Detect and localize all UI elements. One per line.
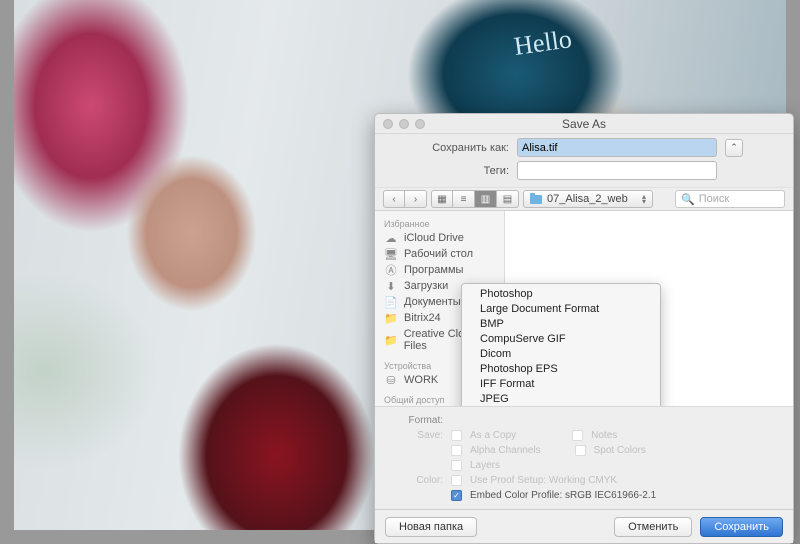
layers-label: Layers xyxy=(470,460,500,471)
format-option[interactable]: IFF Format xyxy=(462,377,660,392)
sidebar-item-label: Документы xyxy=(404,296,461,308)
apps-icon: Ⓐ xyxy=(384,265,398,276)
proof-checkbox[interactable] xyxy=(451,475,462,486)
list-view-button[interactable]: ≡ xyxy=(453,190,475,208)
view-seg: ▦ ≡ ▥ ▤ xyxy=(431,190,519,208)
tags-label: Теги: xyxy=(389,165,509,177)
filename-input[interactable] xyxy=(517,138,717,157)
sidebar-item[interactable]: 🖥 Рабочий стол xyxy=(375,246,504,262)
search-placeholder: Поиск xyxy=(699,193,729,205)
proof-label: Use Proof Setup: Working CMYK xyxy=(470,475,617,486)
coverflow-view-button[interactable]: ▤ xyxy=(497,190,519,208)
format-option[interactable]: BMP xyxy=(462,317,660,332)
embed-profile-checkbox[interactable]: ✓ xyxy=(451,490,462,501)
alpha-checkbox[interactable] xyxy=(451,445,462,456)
spot-label: Spot Colors xyxy=(594,445,646,456)
list-icon: ≡ xyxy=(461,194,467,205)
cancel-button[interactable]: Отменить xyxy=(614,517,692,537)
format-label: Format: xyxy=(385,415,443,426)
format-option[interactable]: CompuServe GIF xyxy=(462,332,660,347)
sidebar-item-label: Загрузки xyxy=(404,280,448,292)
downloads-icon: ⬇︎ xyxy=(384,281,398,292)
drive-icon: ⛁ xyxy=(384,375,398,386)
grid-icon: ▦ xyxy=(437,194,446,205)
folder-icon: 📁 xyxy=(384,313,398,324)
tags-row: Теги: xyxy=(375,161,793,184)
nav-seg: ‹ › xyxy=(383,190,427,208)
folder-icon xyxy=(530,195,542,204)
sidebar-item-label: Bitrix24 xyxy=(404,312,441,324)
save-as-label: Сохранить как: xyxy=(389,142,509,154)
sidebar-item-label: WORK xyxy=(404,374,438,386)
layers-checkbox[interactable] xyxy=(451,460,462,471)
chevron-up-icon: ⌃ xyxy=(730,142,738,153)
desktop-icon: 🖥 xyxy=(384,249,398,260)
format-dropdown-menu[interactable]: PhotoshopLarge Document FormatBMPCompuSe… xyxy=(461,283,661,406)
updown-icon: ▴▾ xyxy=(642,194,646,204)
hat-text: Hello xyxy=(512,24,573,62)
format-option[interactable]: Photoshop EPS xyxy=(462,362,660,377)
sidebar-item[interactable]: ☁︎ iCloud Drive xyxy=(375,230,504,246)
file-browser: Избранное ☁︎ iCloud Drive 🖥 Рабочий стол Ⓐ Пр… xyxy=(375,211,793,406)
cloud-icon: ☁︎ xyxy=(384,233,398,244)
save-as-dialog: Save As Сохранить как: ⌃ Теги: ‹ › ▦ ≡ ▥… xyxy=(374,113,794,544)
as-copy-checkbox[interactable] xyxy=(451,430,462,441)
chevron-left-icon: ‹ xyxy=(392,194,395,205)
as-copy-label: As a Copy xyxy=(470,430,516,441)
chevron-right-icon: › xyxy=(414,194,417,205)
save-options: Format: Save: As a Copy Notes Alpha Chan… xyxy=(375,406,793,509)
sidebar-item-label: Программы xyxy=(404,264,463,276)
sidebar-item[interactable]: Ⓐ Программы xyxy=(375,262,504,278)
icon-view-button[interactable]: ▦ xyxy=(431,190,453,208)
format-option[interactable]: JPEG xyxy=(462,392,660,406)
spot-checkbox[interactable] xyxy=(575,445,586,456)
column-view-button[interactable]: ▥ xyxy=(475,190,497,208)
browser-toolbar: ‹ › ▦ ≡ ▥ ▤ 07_Alisa_2_web ▴▾ 🔍 Поиск xyxy=(375,187,793,211)
search-field[interactable]: 🔍 Поиск xyxy=(675,190,785,208)
expand-dialog-button[interactable]: ⌃ xyxy=(725,139,743,157)
save-as-row: Сохранить как: ⌃ xyxy=(375,134,793,161)
back-button[interactable]: ‹ xyxy=(383,190,405,208)
columns-icon: ▥ xyxy=(481,194,490,205)
titlebar: Save As xyxy=(375,114,793,134)
sidebar-item-label: iCloud Drive xyxy=(404,232,464,244)
color-label: Color: xyxy=(385,475,443,486)
documents-icon: 📄 xyxy=(384,297,398,308)
forward-button[interactable]: › xyxy=(405,190,427,208)
save-button[interactable]: Сохранить xyxy=(700,517,783,537)
folder-icon: 📁 xyxy=(384,335,398,346)
search-icon: 🔍 xyxy=(681,193,695,206)
notes-label: Notes xyxy=(591,430,617,441)
notes-checkbox[interactable] xyxy=(572,430,583,441)
new-folder-button[interactable]: Новая папка xyxy=(385,517,477,537)
format-option[interactable]: Large Document Format xyxy=(462,302,660,317)
format-option[interactable]: Photoshop xyxy=(462,287,660,302)
folder-dropdown[interactable]: 07_Alisa_2_web ▴▾ xyxy=(523,190,653,208)
coverflow-icon: ▤ xyxy=(503,194,512,205)
dialog-footer: Новая папка Отменить Сохранить xyxy=(375,509,793,543)
save-label: Save: xyxy=(385,430,443,441)
format-option[interactable]: Dicom xyxy=(462,347,660,362)
folder-name: 07_Alisa_2_web xyxy=(547,193,628,205)
alpha-label: Alpha Channels xyxy=(470,445,541,456)
embed-profile-label: Embed Color Profile: sRGB IEC61966-2.1 xyxy=(470,490,656,501)
tags-input[interactable] xyxy=(517,161,717,180)
window-title: Save As xyxy=(375,117,793,131)
sidebar-item-label: Рабочий стол xyxy=(404,248,473,260)
sidebar-heading-favorites: Избранное xyxy=(375,216,504,230)
